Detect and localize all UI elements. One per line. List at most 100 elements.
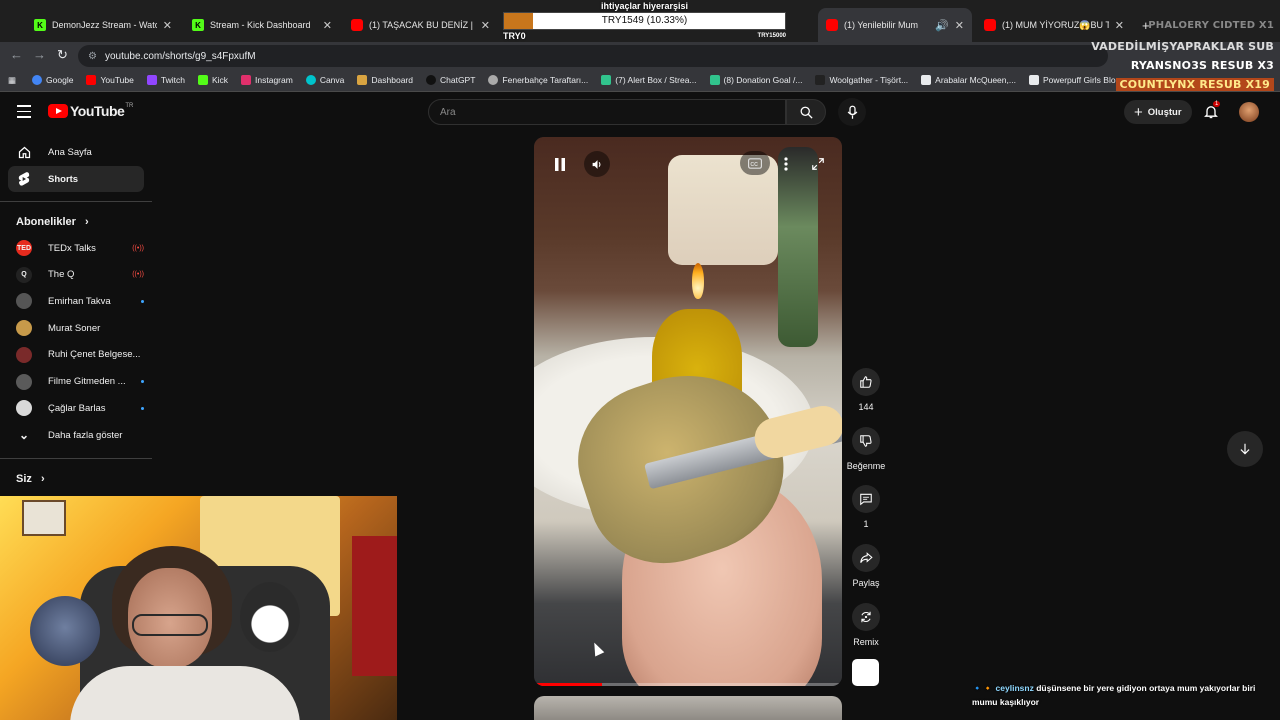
youtube-icon (86, 75, 97, 85)
youtube-icon (826, 19, 838, 31)
more-options-button[interactable] (773, 151, 799, 177)
browser-tab[interactable]: K DemonJezz Stream - Watch Liv ✕ (26, 8, 180, 42)
page-icon (921, 75, 932, 85)
youtube-icon (984, 19, 996, 31)
search-icon (800, 106, 813, 119)
donation-goal-bar: TRY1549 (10.33%) (503, 12, 786, 30)
new-content-dot-icon (141, 299, 144, 303)
webcam-overlay (0, 496, 397, 720)
channel-avatar (16, 320, 32, 337)
microphone-icon (847, 105, 857, 119)
menu-icon[interactable] (17, 105, 31, 122)
glasses-image (132, 614, 208, 636)
event-ticker-line: COUNTLYNX RESUB X19 (1115, 78, 1274, 91)
close-tab-icon[interactable]: ✕ (323, 19, 332, 32)
close-tab-icon[interactable]: ✕ (163, 19, 172, 32)
browser-tab[interactable]: K Stream - Kick Dashboard ✕ (184, 8, 340, 42)
speaker-icon[interactable]: 🔊 (935, 19, 949, 32)
subscriptions-heading[interactable]: Abonelikler › (16, 216, 89, 228)
bookmark[interactable]: (7) Alert Box / Strea... (601, 75, 697, 85)
plush-toy-image (30, 596, 100, 666)
new-content-dot-icon (141, 380, 144, 383)
volume-button[interactable] (584, 151, 610, 177)
bookmark[interactable]: Fenerbahçe Taraftarı... (488, 75, 588, 85)
shorts-video-player[interactable]: CC (534, 137, 842, 686)
like-button[interactable]: 144 (846, 368, 886, 412)
comment-icon (852, 485, 880, 513)
fullscreen-icon (812, 158, 824, 170)
bookmark[interactable]: YouTube (86, 75, 134, 85)
chat-badge-icon: 🔹🔸 (972, 683, 994, 693)
bookmark[interactable]: Canva (305, 75, 344, 85)
address-bar[interactable]: ⚙ youtube.com/shorts/g9_s4FpxufM (78, 45, 1108, 67)
account-avatar[interactable] (1239, 102, 1259, 122)
chevron-down-icon: ⌄ (18, 428, 30, 442)
bookmark[interactable]: Google (32, 75, 73, 85)
new-content-dot-icon (141, 406, 144, 410)
back-icon[interactable]: ← (10, 47, 23, 62)
bookmark[interactable]: ChatGPT (425, 75, 475, 85)
youtube-logo-icon (48, 104, 68, 118)
video-progress-bar[interactable] (534, 683, 842, 686)
subscription-item[interactable]: Emirhan Takva (16, 291, 144, 311)
share-button[interactable]: Paylaş (846, 544, 886, 588)
youtube-logo[interactable]: YouTube TR (48, 103, 133, 119)
channel-avatar: TED (16, 240, 32, 256)
browser-tab-active[interactable]: (1) Yenilebilir Mum 🔊 ✕ (818, 8, 972, 42)
create-button[interactable]: + Oluştur (1124, 100, 1192, 124)
next-short-preview[interactable] (534, 696, 842, 720)
close-tab-icon[interactable]: ✕ (955, 19, 964, 32)
shorts-icon (16, 171, 32, 187)
close-tab-icon[interactable]: ✕ (481, 19, 490, 32)
bookmark[interactable]: Dashboard (357, 75, 413, 85)
subscription-item[interactable]: Ruhi Çenet Belgese... (16, 345, 144, 365)
reload-icon[interactable]: ↻ (57, 47, 68, 63)
subscription-item[interactable]: Çağlar Barlas (16, 398, 144, 418)
globe-icon (488, 75, 499, 85)
browser-tab[interactable]: (1) TAŞACAK BU DENİZ | SAY T ✕ (343, 8, 498, 42)
subscription-item[interactable]: Murat Soner (16, 318, 144, 338)
bottle-image (778, 147, 818, 347)
penguin-plush-image (240, 582, 300, 652)
bookmark[interactable]: Kick (197, 75, 228, 85)
fullscreen-button[interactable] (805, 151, 831, 177)
sidebar-item-home[interactable]: Ana Sayfa (8, 139, 144, 165)
channel-avatar: Q (16, 266, 32, 283)
captions-button[interactable]: CC (740, 151, 770, 175)
subscription-item[interactable]: TED TEDx Talks ((•)) (16, 238, 144, 258)
search-input[interactable]: Ara (428, 99, 786, 125)
dislike-button[interactable]: Beğenme (846, 427, 886, 471)
thumbs-up-icon (852, 368, 880, 396)
subscription-item[interactable]: Filme Gitmeden ... (16, 372, 144, 392)
sidebar-item-shorts[interactable]: Shorts (8, 166, 144, 192)
bookmark[interactable]: Powerpuff Girls Blos... (1028, 75, 1127, 85)
bookmark[interactable]: Woolgather - Tişört... (815, 75, 908, 85)
apps-icon[interactable]: ▦ (8, 75, 16, 86)
remix-button[interactable]: Remix (846, 603, 886, 647)
captions-icon: CC (748, 157, 762, 169)
bookmark[interactable]: (8) Donation Goal /... (709, 75, 802, 85)
volume-icon (592, 159, 600, 169)
bookmark[interactable]: Arabalar McQueen,... (921, 75, 1016, 85)
channel-avatar (16, 346, 32, 363)
search-button[interactable] (786, 99, 826, 125)
chatgpt-icon (425, 75, 436, 85)
event-ticker-line: RYANSNO3S RESUB X3 (1130, 59, 1274, 72)
you-heading[interactable]: Siz › (16, 473, 45, 485)
bookmark[interactable]: Instagram (241, 75, 293, 85)
bookmark[interactable]: Twitch (146, 75, 185, 85)
next-short-button[interactable] (1227, 431, 1263, 467)
forward-icon[interactable]: → (33, 47, 46, 62)
close-tab-icon[interactable]: ✕ (1115, 19, 1124, 32)
browser-tab[interactable]: (1) MUM YİYORUZ😱BU TARİF ✕ (976, 8, 1132, 42)
home-icon (16, 144, 32, 160)
page-icon (1028, 75, 1039, 85)
channel-avatar[interactable] (852, 659, 879, 686)
flame-image (692, 263, 704, 299)
subscription-item[interactable]: Q The Q ((•)) (16, 265, 144, 285)
voice-search-button[interactable] (838, 98, 866, 126)
site-info-icon[interactable]: ⚙ (88, 51, 97, 62)
comments-button[interactable]: 1 (846, 485, 886, 529)
show-more-button[interactable]: ⌄ Daha fazla göster (16, 425, 144, 445)
pause-button[interactable] (547, 151, 573, 177)
